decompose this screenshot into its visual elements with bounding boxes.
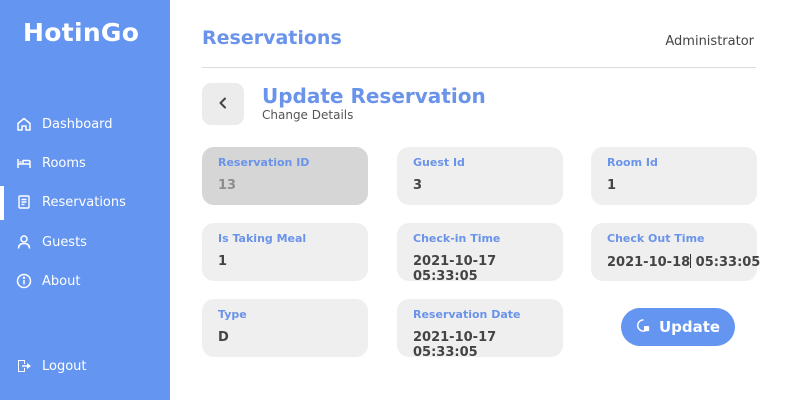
type-input[interactable]: D xyxy=(218,330,352,345)
back-button[interactable] xyxy=(202,83,244,125)
check-out-time-text: 05:33:05 xyxy=(691,255,761,270)
reservation-date-field[interactable]: Reservation Date 2021-10-17 05:33:05 xyxy=(397,299,563,360)
brand-logo: HotinGo xyxy=(23,18,140,47)
logout-icon xyxy=(16,358,32,374)
sidebar-item-label: Reservations xyxy=(42,194,126,210)
update-button[interactable]: Update xyxy=(621,308,735,346)
guest-id-input[interactable]: 3 xyxy=(413,178,547,193)
field-label: Reservation ID xyxy=(218,156,310,169)
field-label: Reservation Date xyxy=(413,308,521,321)
check-out-time-input[interactable]: 2021-10-18 05:33:05 xyxy=(607,254,760,270)
form-subtitle: Change Details xyxy=(262,108,354,122)
check-in-time-input[interactable]: 2021-10-17 05:33:05 xyxy=(413,254,547,284)
page-title: Reservations xyxy=(202,27,342,49)
room-id-input[interactable]: 1 xyxy=(607,178,741,193)
sidebar-item-reservations[interactable]: Reservations xyxy=(0,184,170,220)
room-id-field[interactable]: Room Id 1 xyxy=(591,147,757,205)
sidebar-item-rooms[interactable]: Rooms xyxy=(0,145,170,181)
sidebar-item-label: About xyxy=(42,273,81,289)
list-icon xyxy=(16,194,32,210)
reservation-id-field: Reservation ID 13 xyxy=(202,147,368,205)
sidebar: HotinGo Dashboard Rooms Reservations Gue… xyxy=(0,0,170,400)
bed-icon xyxy=(16,155,32,171)
guest-id-field[interactable]: Guest Id 3 xyxy=(397,147,563,205)
field-label: Is Taking Meal xyxy=(218,232,307,245)
user-icon xyxy=(16,234,32,250)
field-label: Type xyxy=(218,308,247,321)
home-icon xyxy=(16,116,32,132)
reservation-date-input[interactable]: 2021-10-17 05:33:05 xyxy=(413,330,547,360)
type-field[interactable]: Type D xyxy=(202,299,368,357)
sidebar-item-dashboard[interactable]: Dashboard xyxy=(0,106,170,142)
sidebar-item-label: Dashboard xyxy=(42,116,113,132)
field-label: Guest Id xyxy=(413,156,465,169)
form-title: Update Reservation xyxy=(262,84,486,108)
is-taking-meal-field[interactable]: Is Taking Meal 1 xyxy=(202,223,368,281)
check-in-time-field[interactable]: Check-in Time 2021-10-17 05:33:05 xyxy=(397,223,563,284)
field-label: Check Out Time xyxy=(607,232,705,245)
save-icon xyxy=(636,318,659,337)
field-label: Check-in Time xyxy=(413,232,501,245)
update-button-label: Update xyxy=(658,318,721,336)
info-icon xyxy=(16,273,32,289)
chevron-left-icon xyxy=(216,95,230,114)
logout-label: Logout xyxy=(42,358,87,374)
sidebar-item-guests[interactable]: Guests xyxy=(0,224,170,260)
sidebar-item-about[interactable]: About xyxy=(0,263,170,299)
field-label: Room Id xyxy=(607,156,658,169)
divider xyxy=(202,67,756,68)
sidebar-item-label: Guests xyxy=(42,234,87,250)
check-out-time-field[interactable]: Check Out Time 2021-10-18 05:33:05 xyxy=(591,223,760,281)
check-out-date-text: 2021-10-18 xyxy=(607,255,691,270)
logout-button[interactable]: Logout xyxy=(0,348,170,384)
reservation-id-value: 13 xyxy=(218,178,237,193)
is-taking-meal-input[interactable]: 1 xyxy=(218,254,352,269)
user-name[interactable]: Administrator xyxy=(665,34,754,49)
sidebar-item-label: Rooms xyxy=(42,155,86,171)
